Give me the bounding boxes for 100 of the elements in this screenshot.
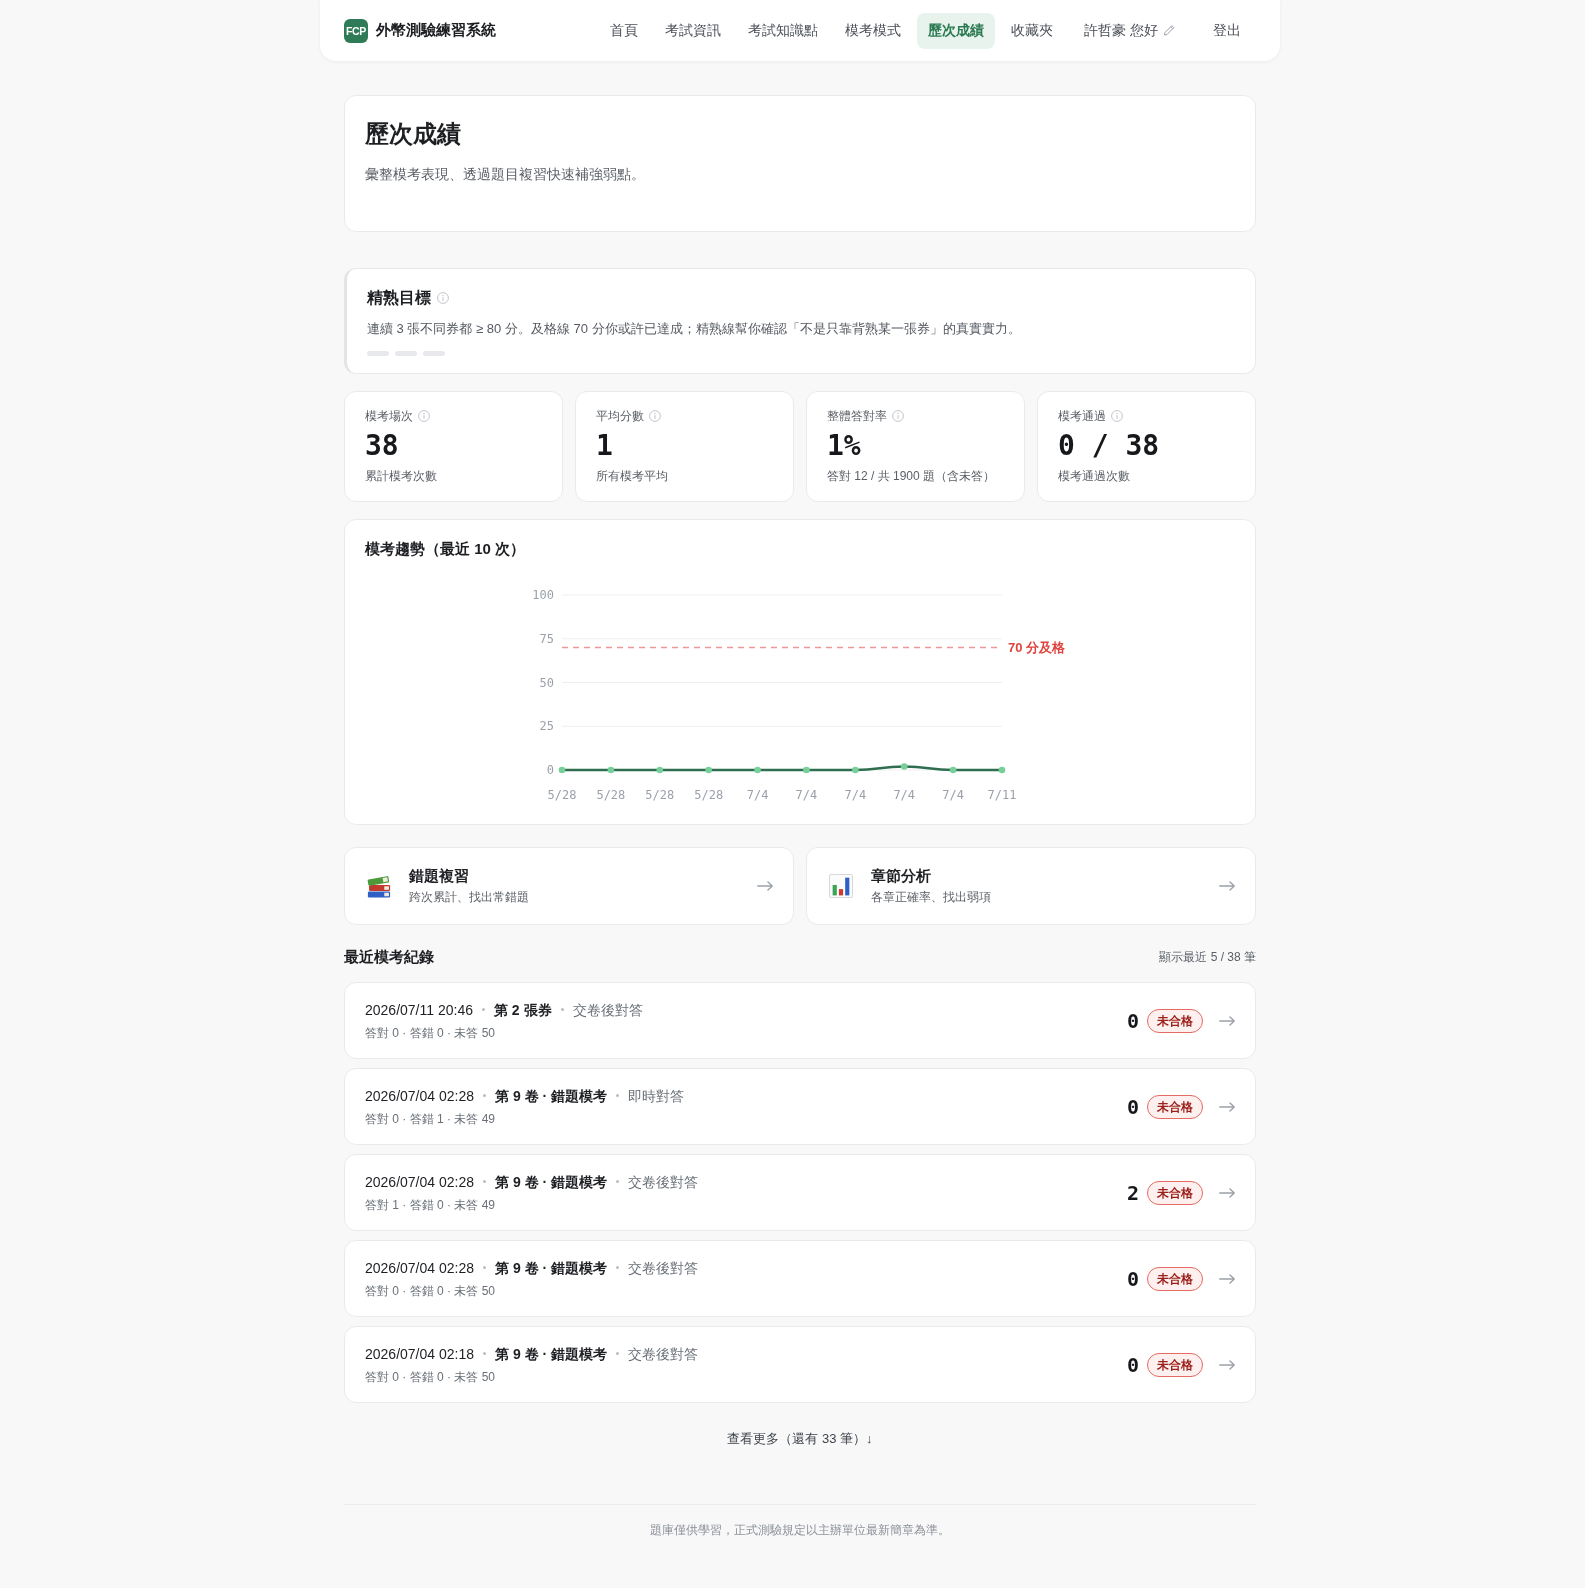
data-point [852, 766, 859, 774]
shortcut-card[interactable]: 錯題複習 跨次累計、找出常錯題 [344, 847, 794, 925]
bar-chart-icon [829, 874, 853, 898]
info-icon[interactable] [1111, 410, 1123, 422]
app-title: 外幣測驗練習系統 [376, 21, 496, 40]
record-summary: 答對 0 · 答錯 0 · 未答 50 [365, 1368, 496, 1386]
record-row[interactable]: 2026/07/11 20:46 第 2 張券 交卷後對答 答對 0 · 答錯 0 · 未答 50 0 未合格 [344, 982, 1256, 1059]
info-icon[interactable] [437, 292, 449, 304]
record-date: 2026/07/04 02:18 [365, 1344, 474, 1364]
shortcut-subtitle: 跨次累計、找出常錯題 [409, 889, 529, 906]
shortcut-card[interactable]: 章節分析 各章正確率、找出弱項 [806, 847, 1256, 925]
stat-label: 模考通過 [1058, 408, 1106, 425]
stat-label: 平均分數 [596, 408, 644, 425]
y-axis-label: 75 [539, 631, 554, 646]
y-axis-label: 50 [539, 675, 554, 690]
stat-value: 1% [827, 429, 861, 463]
record-score: 0 [1126, 1352, 1139, 1377]
record-date: 2026/07/04 02:28 [365, 1258, 474, 1278]
x-axis-label: 7/11 [987, 788, 1017, 802]
status-badge: 未合格 [1147, 1266, 1203, 1291]
data-point [607, 766, 615, 774]
status-badge: 未合格 [1147, 1008, 1203, 1033]
user-profile-link[interactable]: 許哲豪 您好 [1073, 12, 1186, 49]
mastery-title: 精熟目標 [367, 288, 431, 308]
x-axis-label: 5/28 [694, 788, 724, 802]
data-point [900, 763, 908, 770]
status-badge: 未合格 [1147, 1180, 1203, 1205]
record-mode: 交卷後對答 [628, 1258, 698, 1278]
record-mode: 交卷後對答 [572, 1000, 643, 1020]
arrow-right-icon [1219, 881, 1235, 891]
record-mode: 交卷後對答 [628, 1344, 698, 1364]
nav-tab[interactable]: 考試知識點 [737, 12, 830, 49]
record-summary: 答對 1 · 答錯 0 · 未答 49 [365, 1196, 496, 1214]
shortcut-title: 章節分析 [871, 866, 931, 886]
x-axis-label: 5/28 [547, 788, 577, 802]
record-row[interactable]: 2026/07/04 02:18 第 9 卷 · 錯題模考 交卷後對答 答對 0 · 答錯 0 · 未答 50 0 未合格 [344, 1326, 1256, 1403]
status-badge: 未合格 [1147, 1352, 1203, 1377]
pencil-icon [1164, 25, 1175, 36]
section-title: 最近模考紀錄 [344, 947, 434, 967]
stat-value: 1 [596, 429, 613, 463]
record-count: 顯示最近 5 / 38 筆 [1159, 948, 1256, 966]
record-mode: 即時對答 [628, 1086, 684, 1106]
record-score: 2 [1126, 1180, 1139, 1205]
data-point [705, 766, 712, 774]
arrow-right-icon [1219, 1187, 1235, 1198]
x-axis-label: 7/4 [844, 788, 867, 802]
x-axis-label: 5/28 [645, 788, 675, 802]
stat-note: 累計模考次數 [365, 468, 437, 485]
stat-note: 所有模考平均 [596, 468, 668, 485]
record-date: 2026/07/04 02:28 [365, 1172, 474, 1192]
arrow-right-icon [757, 881, 773, 891]
data-point [558, 766, 566, 774]
nav-tab[interactable]: 收藏夾 [1000, 12, 1065, 49]
footer-note: 題庫僅供學習，正式測驗規定以主辦單位最新簡章為準。 [650, 1522, 950, 1539]
stat-value: 38 [365, 429, 399, 463]
data-point [656, 766, 664, 774]
info-icon[interactable] [649, 410, 661, 422]
arrow-right-icon [1219, 1273, 1235, 1284]
record-summary: 答對 0 · 答錯 0 · 未答 50 [365, 1024, 496, 1042]
record-row[interactable]: 2026/07/04 02:28 第 9 卷 · 錯題模考 交卷後對答 答對 0 · 答錯 0 · 未答 50 0 未合格 [344, 1240, 1256, 1317]
chart-title: 模考趨勢（最近 10 次） [365, 539, 526, 559]
record-score: 0 [1126, 1094, 1139, 1119]
y-axis-label: 25 [539, 719, 554, 734]
stat-note: 模考通過次數 [1058, 468, 1130, 485]
data-point [754, 766, 761, 774]
stat-label: 整體答對率 [827, 408, 887, 425]
record-summary: 答對 0 · 答錯 0 · 未答 50 [365, 1282, 496, 1300]
page-title: 歷次成績 [365, 119, 462, 149]
record-mode: 交卷後對答 [628, 1172, 698, 1192]
load-more-link[interactable]: 查看更多（還有 33 筆）↓ [727, 1429, 873, 1449]
info-icon[interactable] [892, 410, 904, 422]
pass-line-label: 70 分及格 [1008, 640, 1066, 655]
y-axis-label: 0 [546, 763, 554, 777]
record-date: 2026/07/04 02:28 [365, 1086, 474, 1106]
stat-value: 0 / 38 [1058, 429, 1160, 463]
arrow-right-icon [1219, 1101, 1235, 1112]
stat-note: 答對 12 / 共 1900 題（含未答） [827, 468, 996, 485]
record-paper: 第 9 卷 · 錯題模考 [495, 1172, 607, 1192]
mastery-description: 連續 3 張不同券都 ≥ 80 分。及格線 70 分你或許已達成；精熟線幫你確認「不是只靠背熟某一張券」的真實實力。 [367, 320, 1022, 338]
record-paper: 第 9 卷 · 錯題模考 [495, 1344, 607, 1364]
info-icon[interactable] [418, 410, 430, 422]
nav-tab[interactable]: 首頁 [599, 12, 650, 49]
x-axis-label: 5/28 [596, 788, 626, 802]
shortcut-subtitle: 各章正確率、找出弱項 [871, 889, 991, 906]
nav-tab[interactable]: 歷次成績 [917, 12, 996, 49]
x-axis-label: 7/4 [795, 788, 818, 802]
record-row[interactable]: 2026/07/04 02:28 第 9 卷 · 錯題模考 交卷後對答 答對 1 · 答錯 0 · 未答 49 2 未合格 [344, 1154, 1256, 1231]
status-badge: 未合格 [1147, 1094, 1203, 1119]
record-date: 2026/07/11 20:46 [365, 1000, 473, 1020]
data-point [803, 766, 810, 774]
record-row[interactable]: 2026/07/04 02:28 第 9 卷 · 錯題模考 即時對答 答對 0 · 答錯 1 · 未答 49 0 未合格 [344, 1068, 1256, 1145]
logout-button[interactable]: 登出 [1201, 13, 1253, 48]
record-paper: 第 9 卷 · 錯題模考 [495, 1086, 607, 1106]
stat-label: 模考場次 [365, 408, 413, 425]
record-paper: 第 9 卷 · 錯題模考 [495, 1258, 607, 1278]
nav-tab[interactable]: 模考模式 [834, 12, 913, 49]
y-axis-label: 100 [532, 588, 554, 602]
page-subtitle: 彙整模考表現、透過題目複習快速補強弱點。 [365, 165, 646, 184]
nav-tab[interactable]: 考試資訊 [654, 12, 733, 49]
data-point [949, 766, 957, 774]
